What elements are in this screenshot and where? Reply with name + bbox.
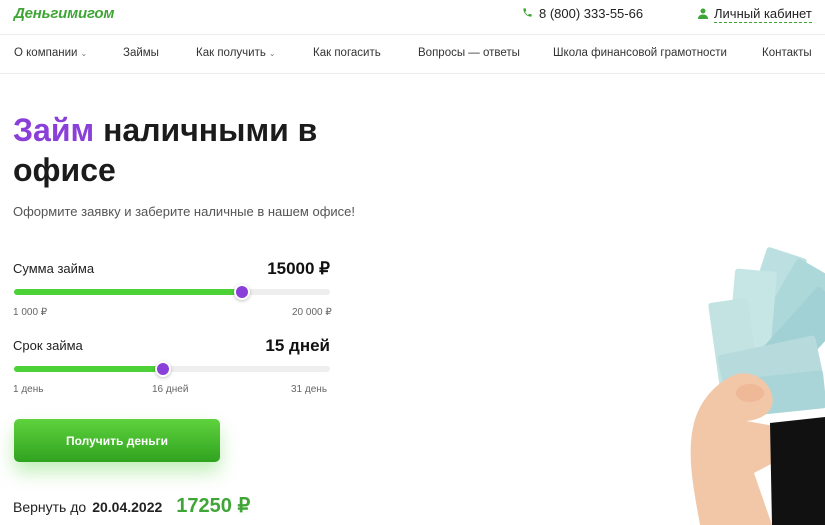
phone-icon — [522, 6, 533, 21]
phone-link[interactable]: 8 (800) 333-55-66 — [522, 6, 643, 21]
nav-item-how-to-get[interactable]: Как получить ⌄ — [196, 47, 276, 59]
nav-item-about[interactable]: О компании ⌄ — [14, 47, 87, 59]
amount-slider-handle[interactable] — [233, 284, 250, 300]
nav-item-label: Займы — [123, 47, 159, 59]
nav-item-label: Вопросы — ответы — [418, 47, 520, 59]
chevron-down-icon: ⌄ — [80, 49, 88, 58]
logo[interactable]: Деньгимигом — [14, 5, 114, 22]
hand-with-banknotes-image — [690, 247, 825, 525]
nav-item-loans[interactable]: Займы — [123, 47, 159, 59]
nav-item-faq[interactable]: Вопросы — ответы — [418, 47, 520, 59]
nav-item-label: О компании — [14, 47, 78, 59]
page-title: Займ наличными в офисе — [13, 110, 373, 190]
chevron-down-icon: ⌄ — [268, 49, 276, 58]
page-subtitle: Оформите заявку и заберите наличные в на… — [13, 204, 355, 219]
repayment-date: 20.04.2022 — [92, 499, 163, 515]
nav-item-contacts[interactable]: Контакты — [762, 47, 812, 59]
amount-label: Сумма займа — [13, 261, 95, 276]
amount-min-label: 1 000 ₽ — [13, 307, 48, 318]
repayment-amount: 17250 ₽ — [176, 495, 251, 517]
term-slider[interactable] — [14, 361, 330, 377]
amount-max-label: 20 000 ₽ — [292, 307, 332, 318]
amount-value: 15000 ₽ — [267, 259, 330, 278]
amount-slider[interactable] — [14, 284, 330, 300]
personal-cabinet-label: Личный кабинет — [714, 6, 812, 23]
main-nav: О компании ⌄ Займы Как получить ⌄ Как пога… — [0, 34, 825, 74]
term-slider-handle[interactable] — [154, 361, 171, 377]
term-min-label: 1 день — [13, 384, 44, 395]
personal-cabinet-link[interactable]: Личный кабинет — [698, 6, 812, 23]
repayment-summary: Вернуть до 20.04.2022 17250 ₽ — [13, 493, 250, 518]
term-label: Срок займа — [13, 338, 83, 353]
nav-item-label: Школа финансовой грамотности — [553, 47, 727, 59]
term-mid-label: 16 дней — [152, 384, 189, 395]
term-value: 15 дней — [265, 336, 330, 355]
amount-slider-fill — [14, 289, 242, 295]
get-money-button[interactable]: Получить деньги — [14, 419, 220, 462]
nav-item-label: Как погасить — [313, 47, 381, 59]
phone-number: 8 (800) 333-55-66 — [539, 6, 644, 21]
term-slider-fill — [14, 366, 163, 372]
top-bar: Деньгимигом 8 (800) 333-55-66 Личный каб… — [0, 0, 825, 30]
nav-item-finance-school[interactable]: Школа финансовой грамотности — [553, 47, 727, 59]
term-max-label: 31 день — [291, 384, 328, 395]
title-accent: Займ — [13, 112, 95, 148]
repayment-prefix: Вернуть до — [13, 499, 87, 515]
user-icon — [698, 7, 708, 22]
nav-item-how-to-repay[interactable]: Как погасить — [313, 47, 381, 59]
nav-item-label: Контакты — [762, 47, 812, 59]
nav-item-label: Как получить — [196, 47, 266, 59]
